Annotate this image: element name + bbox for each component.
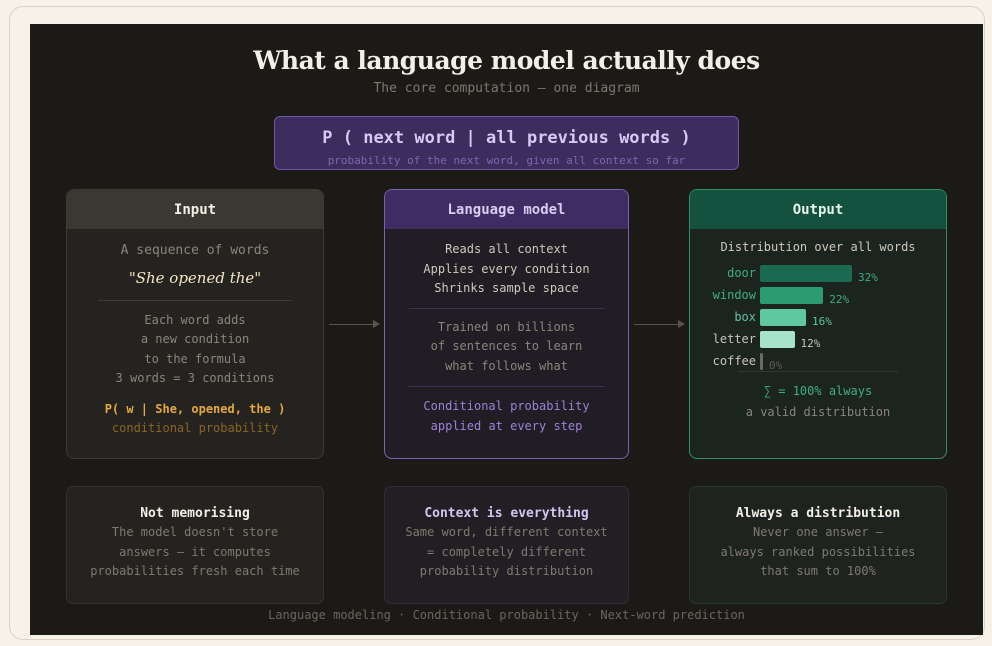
input-label: A sequence of words [120, 243, 270, 258]
bar-value: 16% [812, 314, 832, 328]
note-line: Same word, different context [405, 525, 608, 539]
note-line: probability distribution [419, 564, 594, 578]
model-line: Conditional probability [423, 399, 590, 413]
bar-label: coffee [712, 353, 756, 368]
note-title: Not memorising [140, 506, 250, 521]
bar-value: 32% [858, 270, 878, 284]
model-divider [408, 386, 605, 387]
note-line: The model doesn't store [111, 525, 279, 539]
footer-caption: Language modeling · Conditional probabil… [268, 608, 745, 622]
input-line: Each word adds [144, 312, 246, 327]
formula-subtext: probability of the next word, given all … [327, 154, 686, 167]
bar-label: letter [712, 331, 756, 346]
output-sum: ∑ = 100% always [763, 383, 873, 398]
output-sum-note: a valid distribution [745, 405, 891, 419]
input-divider [98, 299, 292, 301]
note-card-context: Context is everything Same word, differe… [384, 486, 629, 604]
bar-value: 12% [800, 336, 821, 350]
bar-letter [760, 330, 795, 348]
note-title: Always a distribution [735, 506, 901, 521]
bar-coffee [760, 352, 763, 370]
note-card-memorising: Not memorising The model doesn't store a… [66, 486, 324, 604]
note-card-distribution: Always a distribution Never one answer —… [689, 486, 947, 604]
model-line: Shrinks sample space [434, 281, 579, 295]
note-line: always ranked possibilities [720, 544, 916, 559]
input-line: to the formula [144, 351, 246, 366]
bar-value: 22% [829, 292, 850, 306]
output-card: Output Distribution over all words door 3… [689, 189, 947, 459]
input-quote: "She opened the" [128, 268, 262, 287]
bar-label: box [734, 309, 756, 324]
diagram-canvas: What a language model actually does The … [30, 24, 983, 635]
distribution-bars: door 32% window 22% box 16% letter 12% coffee 0% [690, 264, 946, 373]
model-line: Trained on billions [437, 319, 576, 334]
note-title: Context is everything [424, 506, 589, 521]
model-line: applied at every step [430, 418, 583, 433]
model-line: of sentences to learn [430, 339, 583, 353]
bar-door [760, 264, 852, 282]
input-formula: P( w | She, opened, the ) [104, 401, 286, 416]
bar-row-door: door 32% [690, 264, 946, 284]
model-line: what follows what [445, 358, 568, 373]
bar-value: 0% [769, 358, 783, 372]
input-formula-note: conditional probability [111, 421, 279, 435]
page-subtitle: The core computation — one diagram [373, 81, 640, 96]
outer-frame: What a language model actually does The … [9, 6, 985, 640]
arrow-right-icon [329, 320, 380, 328]
bar-row-coffee: coffee 0% [690, 352, 946, 372]
bar-label: door [727, 265, 756, 280]
input-line: a new condition [140, 332, 250, 346]
bar-window [760, 286, 824, 304]
note-line: = completely different [427, 544, 586, 559]
model-card: Language model Reads all context Applies… [384, 189, 629, 459]
output-header: Output [690, 190, 946, 229]
model-line: Applies every condition [423, 261, 590, 276]
input-card: Input A sequence of words "She opened th… [66, 189, 324, 459]
page-title: What a language model actually does [253, 46, 760, 75]
arrow-right-icon [634, 320, 685, 328]
formula-banner: P ( next word | all previous words ) pro… [274, 116, 739, 170]
formula-main: P ( next word | all previous words ) [322, 128, 691, 148]
note-line: that sum to 100% [760, 564, 876, 578]
bar-row-box: box 16% [690, 308, 946, 328]
bar-box [760, 308, 806, 326]
input-line: 3 words = 3 conditions [115, 371, 275, 385]
bar-label: window [712, 287, 756, 302]
model-line: Reads all context [445, 242, 568, 256]
note-line: Never one answer — [752, 525, 884, 539]
bar-row-letter: letter 12% [690, 330, 946, 350]
bar-row-window: window 22% [690, 286, 946, 306]
output-label: Distribution over all words [720, 240, 916, 254]
model-header: Language model [385, 190, 628, 229]
note-line: answers — it computes [119, 544, 271, 559]
note-line: probabilities fresh each time [90, 564, 300, 578]
input-header: Input [67, 190, 323, 229]
model-divider [408, 307, 605, 309]
